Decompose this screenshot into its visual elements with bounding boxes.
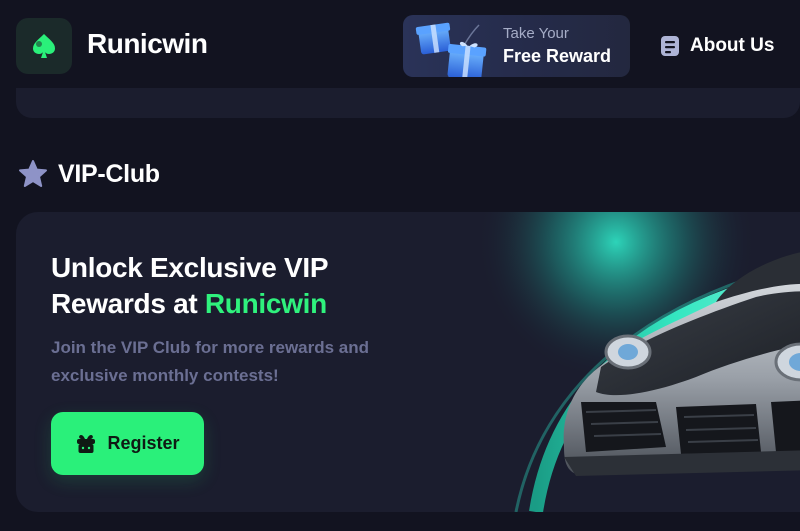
star-icon	[19, 160, 47, 187]
reward-line1: Take Your	[503, 25, 569, 42]
vip-title: Unlock Exclusive VIP Rewards at Runicwin	[51, 250, 391, 322]
header: Runicwin Take Your Free Reward About Us	[0, 0, 800, 90]
vip-title-accent: Runicwin	[204, 288, 327, 319]
reward-line2: Free Reward	[503, 46, 612, 66]
page: Runicwin Take Your Free Reward About Us …	[0, 0, 800, 531]
about-us-label: About Us	[690, 35, 775, 56]
vip-description: Join the VIP Club for more rewards and e…	[51, 338, 370, 385]
brand-name[interactable]: Runicwin	[87, 28, 208, 60]
top-panel-edge	[16, 88, 800, 118]
spade-icon	[33, 34, 55, 58]
free-reward-button[interactable]: Take Your Free Reward	[403, 15, 630, 77]
register-label: Register	[107, 433, 180, 453]
about-us-link[interactable]: About Us	[660, 33, 774, 59]
section-heading: VIP-Club	[18, 157, 160, 191]
gift-icon	[415, 22, 487, 77]
document-icon	[661, 36, 679, 56]
register-button[interactable]: Register	[51, 412, 204, 475]
vip-banner: Unlock Exclusive VIP Rewards at Runicwin…	[16, 212, 800, 512]
logo[interactable]	[16, 18, 72, 74]
gift-box-icon	[77, 434, 96, 453]
section-title: VIP-Club	[58, 159, 160, 188]
